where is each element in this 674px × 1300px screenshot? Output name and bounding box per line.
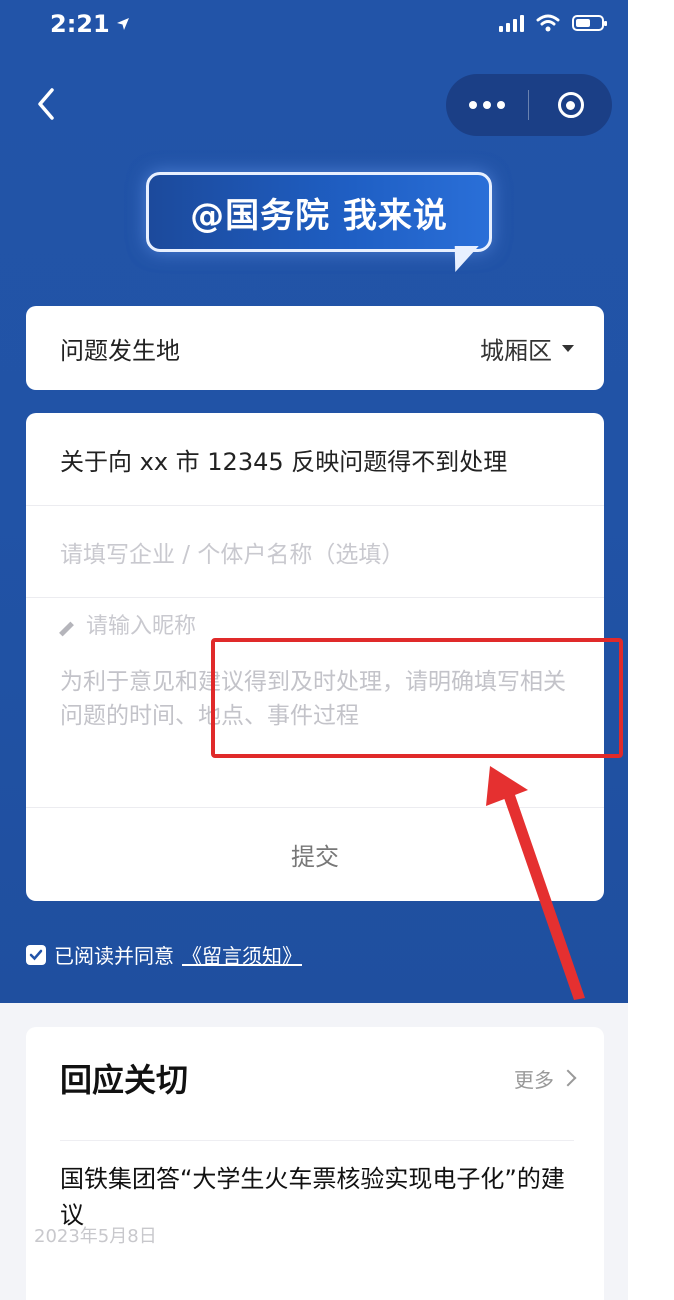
status-time: 2:21 [50,10,130,38]
news-item-date: 2023年5月8日 [34,1226,157,1247]
target-circle-icon [557,92,584,118]
agreement-row: 已阅读并同意 《留言须知》 [26,940,302,969]
status-time-text: 2:21 [50,10,110,38]
highlight-annotation-box [211,638,623,758]
page-margin [628,0,674,1300]
section-title: 回应关切 [60,1061,189,1099]
more-label: 更多 [514,1067,554,1092]
battery-icon [572,15,607,31]
banner-title: @国务院 我来说 [146,172,492,252]
next-news-item-cropped [60,1291,560,1300]
close-button[interactable] [529,74,612,136]
company-field[interactable]: 请填写企业 / 个体户名称（选填） [26,505,604,597]
more-button[interactable] [446,74,528,136]
agree-checkbox[interactable] [26,944,46,965]
location-value: 城厢区 [480,336,552,365]
more-dots-icon [469,101,477,109]
location-arrow-icon [116,18,129,30]
nickname-placeholder: 请输入昵称 [86,614,197,637]
location-select[interactable]: 城厢区 [480,331,574,366]
cellular-signal-icon [499,14,524,32]
title-field[interactable]: 关于向 xx 市 12345 反映问题得不到处理 [26,413,604,505]
more-link[interactable]: 更多 [514,1064,577,1093]
pencil-icon [60,619,78,637]
caret-down-icon [562,344,574,352]
status-icons [499,14,607,32]
submit-button[interactable]: 提交 [26,807,604,901]
location-card: 问题发生地 城厢区 [26,306,604,390]
chevron-left-icon [38,88,54,120]
check-icon [29,949,43,960]
mini-program-capsule [446,74,612,136]
agree-notice-link[interactable]: 《留言须知》 [182,940,302,969]
response-card: 回应关切 更多 国铁集团答“大学生火车票核验实现电子化”的建议 [26,1027,604,1300]
location-label: 问题发生地 [60,336,180,365]
chevron-right-icon [559,1069,577,1087]
response-header: 回应关切 更多 [60,1055,577,1101]
nickname-field[interactable]: 请输入昵称 [26,597,604,637]
section-divider [60,1140,574,1141]
wifi-icon [536,14,560,32]
agree-text: 已阅读并同意 [54,944,174,968]
back-button[interactable] [32,84,62,124]
